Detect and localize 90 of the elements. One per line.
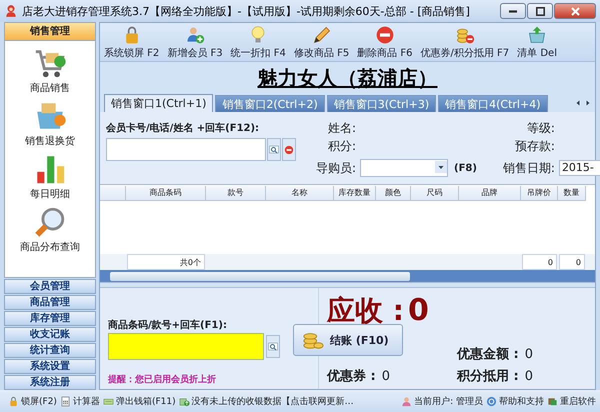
toolbar-button[interactable]: 删除商品 F6 bbox=[355, 25, 414, 61]
sidebar-group-button[interactable]: 统计查询 bbox=[4, 343, 96, 358]
search-icon bbox=[267, 340, 279, 352]
app-icon bbox=[4, 4, 18, 18]
points-deduction-label: 积分抵用 : bbox=[457, 368, 519, 385]
minus-circle-icon bbox=[284, 144, 294, 154]
restart-icon bbox=[547, 396, 558, 406]
checkout-button[interactable]: 结账 (F10) bbox=[293, 324, 403, 356]
barcode-field[interactable] bbox=[108, 333, 264, 360]
search-icon bbox=[268, 144, 280, 156]
sidebar-item[interactable]: 销售退换货 bbox=[23, 98, 77, 149]
sidebar-header: 销售管理 bbox=[4, 22, 96, 41]
footer-total: 共0个 bbox=[127, 254, 205, 270]
toolbar-button[interactable]: 新增会员 F3 bbox=[165, 25, 225, 61]
sidebar-item[interactable]: 商品销售 bbox=[28, 45, 72, 96]
status-bar-item[interactable]: 弹出钱箱(F11) bbox=[102, 394, 176, 408]
scroll-right-icon[interactable] bbox=[585, 99, 591, 107]
minimize-icon bbox=[509, 10, 517, 12]
amount-due-value: 0 bbox=[408, 293, 429, 328]
status-bar-item[interactable]: 重启软件 bbox=[547, 394, 596, 408]
toolbar-button[interactable]: 统一折扣 F4 bbox=[228, 25, 288, 61]
status-bar-item[interactable]: 计算器 bbox=[60, 394, 100, 408]
scroll-left-icon[interactable] bbox=[575, 99, 581, 107]
shortcut-label: (F8) bbox=[454, 162, 477, 174]
search-button[interactable] bbox=[267, 138, 281, 161]
store-title: 魅力女人（荔浦店） bbox=[258, 64, 438, 92]
upload-icon bbox=[178, 396, 190, 406]
column-header: 商品条码 bbox=[126, 186, 206, 200]
lock-icon bbox=[8, 396, 19, 406]
basket-icon bbox=[527, 25, 548, 45]
level-label: 等级: bbox=[526, 120, 555, 136]
pencil-icon bbox=[312, 25, 332, 45]
status-bar-item[interactable]: 帮助和支持 bbox=[486, 394, 544, 408]
discount-amount-label: 优惠金额 : bbox=[457, 346, 519, 363]
toolbar-button[interactable]: 清单 Del bbox=[515, 25, 559, 61]
maximize-icon bbox=[536, 6, 544, 16]
salesperson-label: 导购员: bbox=[314, 160, 356, 176]
points-deduction-value: 0 bbox=[524, 369, 534, 384]
sidebar-group-button[interactable]: 系统设置 bbox=[4, 359, 96, 374]
sidebar-item[interactable]: 商品分布查询 bbox=[18, 204, 82, 255]
sidebar-group-button[interactable]: 收支记账 bbox=[4, 327, 96, 342]
minus-circle-icon bbox=[374, 25, 395, 45]
sidebar-group-button[interactable]: 商品管理 bbox=[4, 295, 96, 310]
points-label: 积分: bbox=[326, 138, 356, 154]
user-icon bbox=[401, 396, 412, 406]
toolbar-button[interactable]: 优惠券/积分抵用 F7 bbox=[418, 25, 512, 61]
member-search-field[interactable] bbox=[106, 138, 266, 161]
search-button[interactable] bbox=[266, 335, 280, 358]
coupon-value: 0 bbox=[382, 369, 390, 384]
name-label: 姓名: bbox=[326, 120, 356, 136]
column-header: 数量 bbox=[558, 186, 586, 200]
column-header: 颜色 bbox=[376, 186, 411, 200]
deposit-label: 预存款: bbox=[514, 138, 555, 154]
clear-button[interactable] bbox=[282, 138, 296, 161]
column-header: 库存数量 bbox=[334, 186, 376, 200]
toolbar-button[interactable]: 修改商品 F5 bbox=[292, 25, 352, 61]
footer-total: 0 bbox=[522, 254, 557, 270]
header-corner bbox=[100, 186, 126, 200]
reminder-text: 提醒：您已启用会员折上折 bbox=[108, 373, 217, 386]
sidebar-group-button[interactable]: 会员管理 bbox=[4, 279, 96, 294]
column-header: 款号 bbox=[206, 186, 266, 200]
column-header: 名称 bbox=[266, 186, 334, 200]
coupon-label: 优惠券 : bbox=[327, 368, 376, 385]
status-bar-item[interactable]: 没有未上传的收银数据【点击联网更新… bbox=[178, 394, 354, 408]
sidebar-item[interactable]: 每日明细 bbox=[28, 151, 72, 202]
window-title: 店老大进销存管理系统3.7【网络全功能版】-【试用版】-试用期剩余60天-总部 - [商品销售] bbox=[22, 4, 471, 18]
add-user-icon bbox=[184, 25, 205, 45]
close-button[interactable] bbox=[554, 3, 596, 19]
sale-date-label: 销售日期: bbox=[502, 160, 555, 176]
sidebar-group-button[interactable]: 系统注册 bbox=[4, 375, 96, 390]
calculator-icon bbox=[60, 396, 71, 406]
discount-amount-value: 0 bbox=[524, 347, 534, 362]
magnifier-icon bbox=[33, 205, 67, 239]
column-header: 吊牌价 bbox=[521, 186, 558, 200]
sidebar-group-button[interactable]: 库存管理 bbox=[4, 311, 96, 326]
toolbar-button[interactable]: 系统锁屏 F2 bbox=[102, 25, 162, 61]
minimize-button[interactable] bbox=[500, 3, 526, 19]
status-bar-item[interactable]: 当前用户: 管理员 bbox=[401, 394, 483, 408]
close-icon bbox=[570, 6, 580, 16]
sale-date-field[interactable]: 2015- bbox=[558, 160, 600, 176]
status-bar-item[interactable]: 锁屏(F2) bbox=[8, 394, 57, 408]
column-header: 品牌 bbox=[459, 186, 521, 200]
horizontal-scrollbar[interactable] bbox=[100, 270, 595, 282]
help-icon bbox=[486, 396, 497, 406]
column-header: 尺码 bbox=[411, 186, 459, 200]
barcode-label: 商品条码/款号+回车(F1): bbox=[108, 318, 228, 332]
member-search-label: 会员卡号/电话/姓名 +回车(F12): bbox=[106, 121, 260, 135]
sale-tab[interactable]: 销售窗口1(Ctrl+1) bbox=[104, 94, 214, 112]
footer-total: 0 bbox=[559, 254, 585, 270]
maximize-button[interactable] bbox=[527, 3, 553, 19]
